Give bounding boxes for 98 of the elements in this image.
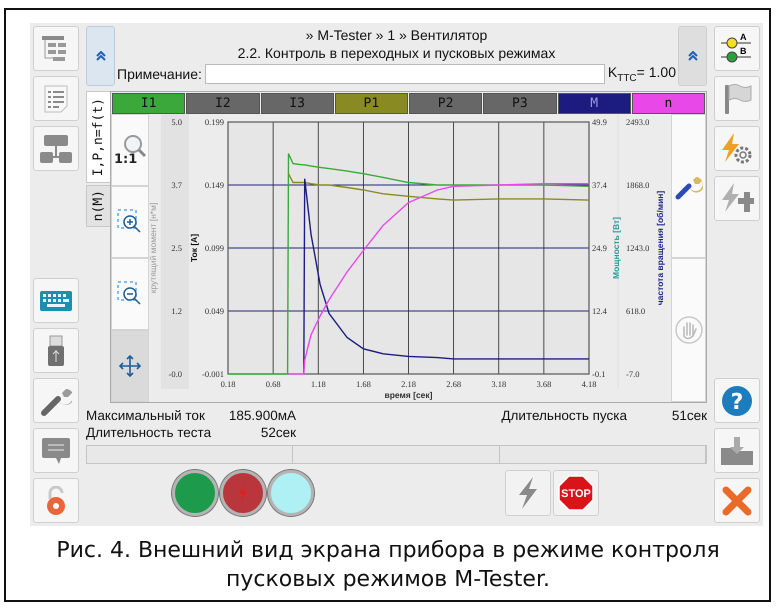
flag-icon	[722, 82, 752, 114]
legend-item[interactable]: I1	[112, 93, 186, 114]
download-button[interactable]	[714, 428, 760, 473]
axis-title: частота вращения [об/мин]	[655, 190, 665, 306]
x-tick-label: 0.68	[266, 379, 281, 389]
legend-item[interactable]: P3	[483, 93, 556, 114]
close-icon	[722, 486, 752, 516]
legend-item[interactable]: P1	[334, 93, 408, 114]
legend-item[interactable]: n	[632, 93, 705, 114]
flag-icon-button[interactable]	[714, 76, 760, 121]
y-tick-label: 0.099	[204, 243, 224, 253]
list-icon	[43, 84, 69, 114]
chart-tab[interactable]: I,P,n=f(t)	[86, 91, 110, 184]
settings-wrench-button[interactable]	[671, 114, 706, 258]
axis-tick-label: 1.2	[171, 306, 182, 316]
figure-caption: Рис. 4. Внешний вид экрана прибора в режиме контроля пусковых режимов M-Tester.	[55, 537, 721, 594]
chart-tab[interactable]: n(M)	[86, 185, 110, 227]
wrench-icon-button[interactable]	[33, 378, 79, 423]
x-tick-label: 4.18	[582, 379, 596, 389]
tree-icon-button[interactable]	[33, 26, 79, 71]
axis-tick-label: 12.4	[592, 306, 607, 316]
usb-icon-button[interactable]	[33, 328, 79, 373]
hand-icon	[674, 316, 702, 344]
y-tick-label: 0.199	[204, 117, 224, 127]
x-tick-label: 0.18	[220, 379, 236, 389]
axis-title: крутящий момент [н*м]	[149, 202, 158, 294]
usb-icon	[47, 334, 65, 366]
stat-value: 185.900мА	[228, 407, 296, 424]
axis-tick-label: 24.9	[592, 243, 607, 253]
note-label: Примечание:	[117, 66, 202, 82]
move-icon	[118, 354, 142, 378]
collapse-button[interactable]	[678, 26, 707, 86]
legend-item[interactable]: I2	[186, 93, 260, 114]
axis-tick-label: 2493.0	[626, 117, 650, 127]
lightning-plus-button[interactable]	[714, 176, 760, 221]
lightning-gear-icon	[720, 132, 754, 166]
zoom-out-icon	[117, 281, 143, 307]
zoom-out-button[interactable]	[111, 258, 149, 330]
stat-value: 52сек	[260, 424, 296, 441]
network-icon	[39, 134, 73, 164]
x-axis-title: время [сек]	[384, 390, 432, 400]
axis-tick-label: -7.0	[626, 369, 640, 379]
keyboard-icon	[39, 290, 73, 312]
screen-title: 2.2. Контроль в переходных и пусковых режимах	[236, 44, 556, 62]
note-field[interactable]	[204, 64, 605, 84]
stat-label: Длительность пуска	[501, 407, 627, 424]
axis-tick-label: 5.0	[171, 117, 182, 127]
x-tick-label: 1.18	[310, 379, 326, 389]
legend-item[interactable]: M	[558, 93, 631, 114]
breadcrumb: » M-Tester » 1 » Вентилятор	[304, 26, 488, 44]
axis-tick-label: 1243.0	[626, 243, 650, 253]
close-button[interactable]	[714, 478, 760, 523]
legend-item[interactable]: P2	[409, 93, 482, 114]
comment-icon-button[interactable]	[33, 428, 79, 473]
zoom-reset-button[interactable]: 1:1	[111, 114, 149, 186]
lock-icon-button[interactable]	[33, 478, 79, 523]
start-button[interactable]	[505, 470, 551, 516]
switch-icon-button[interactable]: A B	[714, 26, 760, 71]
x-tick-label: 3.18	[491, 379, 506, 389]
lightning-icon	[238, 484, 248, 502]
stat-value: 51сек	[670, 407, 707, 424]
axis-tick-label: 618.0	[626, 306, 646, 316]
x-tick-label: 2.18	[401, 379, 416, 389]
legend-item[interactable]: I3	[260, 93, 334, 114]
list-icon-button[interactable]	[33, 76, 79, 121]
y-axis-title: Ток [А]	[189, 234, 199, 262]
axis-tick-label: 49.9	[592, 117, 607, 127]
axis-title: Мощность [Вт]	[611, 217, 621, 279]
pan-button[interactable]	[111, 330, 149, 402]
axis-tick-label: 2.5	[171, 243, 182, 253]
stat-label: Длительность теста	[86, 424, 212, 441]
chevron-up-icon	[688, 51, 698, 61]
y-tick-label: 0.049	[204, 306, 224, 316]
help-icon: ?	[721, 384, 753, 416]
axis-tick-label: 3.7	[171, 180, 182, 190]
axis-tick-label: 37.4	[592, 180, 607, 190]
axis-tick-label: -0.1	[592, 369, 606, 379]
keyboard-icon-button[interactable]	[33, 278, 79, 323]
zoom-in-icon	[117, 209, 143, 235]
lightning-gear-button[interactable]	[714, 126, 760, 171]
axis-tick-label: 1868.0	[626, 180, 650, 190]
lock-icon	[45, 486, 67, 516]
coefficient-value: K$_{ТТС}$= 1.00	[608, 64, 676, 84]
y-tick-label: 0.149	[204, 180, 224, 190]
y-tick-label: -0.001	[202, 369, 224, 379]
folder-download-icon	[720, 436, 754, 466]
lightning-icon	[517, 477, 539, 509]
help-button[interactable]: ?	[714, 378, 760, 423]
x-tick-label: 1.68	[356, 379, 371, 389]
zoom-in-button[interactable]	[111, 186, 149, 258]
x-tick-label: 3.68	[536, 379, 552, 389]
collapse-button[interactable]	[86, 26, 115, 86]
axis-tick-label: -0.0	[168, 369, 182, 379]
x-tick-label: 2.68	[446, 379, 462, 389]
comment-icon	[41, 436, 71, 466]
stat-label: Максимальный ток	[86, 407, 206, 424]
network-icon-button[interactable]	[33, 126, 79, 171]
chevron-up-icon	[96, 51, 106, 61]
